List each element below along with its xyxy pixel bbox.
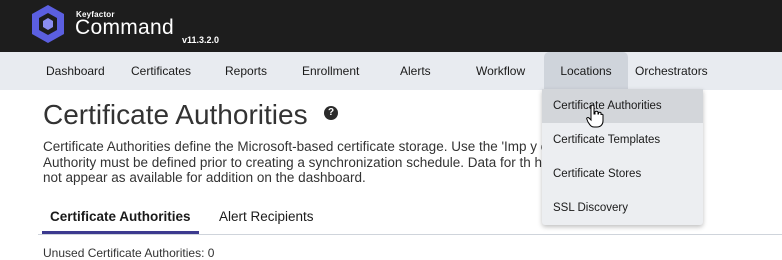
menu-item-ssl-discovery[interactable]: SSL Discovery <box>542 191 703 225</box>
page-title: Certificate Authorities <box>43 99 308 130</box>
nav-locations[interactable]: Locations <box>544 52 628 90</box>
tab-alert-recipients[interactable]: Alert Recipients <box>219 204 314 231</box>
keyfactor-logo-icon[interactable] <box>30 4 66 44</box>
nav-reports[interactable]: Reports <box>225 52 267 90</box>
brand-product-name: Command <box>75 16 174 39</box>
nav-certificates[interactable]: Certificates <box>131 52 191 90</box>
nav-alerts[interactable]: Alerts <box>400 52 431 90</box>
nav-orchestrators[interactable]: Orchestrators <box>635 52 708 90</box>
top-header-bar: Keyfactor Command v11.3.2.0 <box>0 0 782 52</box>
version-label: v11.3.2.0 <box>182 35 220 45</box>
tab-certificate-authorities[interactable]: Certificate Authorities <box>42 204 199 234</box>
question-circle-icon[interactable]: ? <box>324 106 338 120</box>
menu-item-certificate-templates[interactable]: Certificate Templates <box>542 123 703 157</box>
menu-item-certificate-authorities[interactable]: Certificate Authorities <box>542 89 703 123</box>
nav-enrollment[interactable]: Enrollment <box>302 52 359 90</box>
nav-workflow[interactable]: Workflow <box>476 52 525 90</box>
locations-dropdown-menu: Certificate Authorities Certificate Temp… <box>542 89 703 225</box>
main-nav-bar: Dashboard Certificates Reports Enrollmen… <box>0 52 782 90</box>
nav-dashboard[interactable]: Dashboard <box>46 52 105 90</box>
unused-ca-count: Unused Certificate Authorities: 0 <box>43 246 215 260</box>
hand-pointer-cursor-icon <box>586 104 604 128</box>
menu-item-certificate-stores[interactable]: Certificate Stores <box>542 157 703 191</box>
